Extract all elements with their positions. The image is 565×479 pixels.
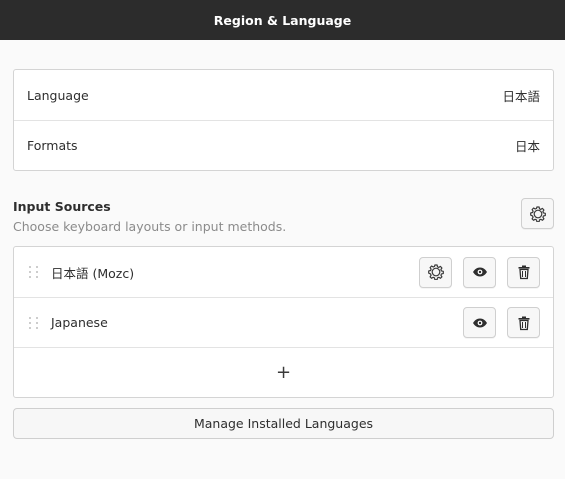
input-sources-list: 日本語 (Mozc) Japanese +	[13, 246, 554, 398]
window-title: Region & Language	[213, 12, 352, 28]
eye-icon	[472, 315, 488, 331]
add-input-source-button[interactable]: +	[276, 363, 291, 382]
titlebar: Region & Language	[0, 0, 565, 40]
manage-installed-languages-button[interactable]: Manage Installed Languages	[13, 408, 554, 439]
formats-value: 日本	[514, 139, 540, 154]
list-item[interactable]: 日本語 (Mozc)	[14, 247, 553, 297]
formats-label: Formats	[27, 138, 78, 153]
gear-icon	[529, 205, 546, 222]
formats-row[interactable]: Formats 日本	[14, 120, 553, 170]
input-source-remove-button[interactable]	[507, 256, 540, 288]
input-sources-title: Input Sources	[13, 199, 111, 214]
input-sources-subtitle: Choose keyboard layouts or input methods…	[13, 219, 287, 234]
input-source-label: Japanese	[51, 315, 108, 330]
region-panel: Language 日本語 Formats 日本	[13, 69, 554, 171]
add-input-source-row[interactable]: +	[14, 347, 553, 397]
language-row[interactable]: Language 日本語	[14, 70, 553, 120]
drag-handle-icon[interactable]	[27, 314, 41, 332]
gear-icon	[427, 264, 444, 280]
language-value: 日本語	[502, 88, 540, 104]
input-source-remove-button[interactable]	[507, 307, 540, 338]
input-source-label: 日本語 (Mozc)	[51, 265, 135, 281]
language-label: Language	[27, 87, 89, 103]
input-sources-options-button[interactable]	[521, 198, 554, 229]
trash-icon	[516, 315, 532, 331]
trash-icon	[516, 264, 532, 280]
input-source-preview-button[interactable]	[463, 307, 496, 338]
input-source-settings-button[interactable]	[419, 256, 452, 288]
list-item[interactable]: Japanese	[14, 297, 553, 347]
drag-handle-icon[interactable]	[27, 263, 41, 281]
eye-icon	[472, 264, 488, 280]
input-source-preview-button[interactable]	[463, 256, 496, 288]
